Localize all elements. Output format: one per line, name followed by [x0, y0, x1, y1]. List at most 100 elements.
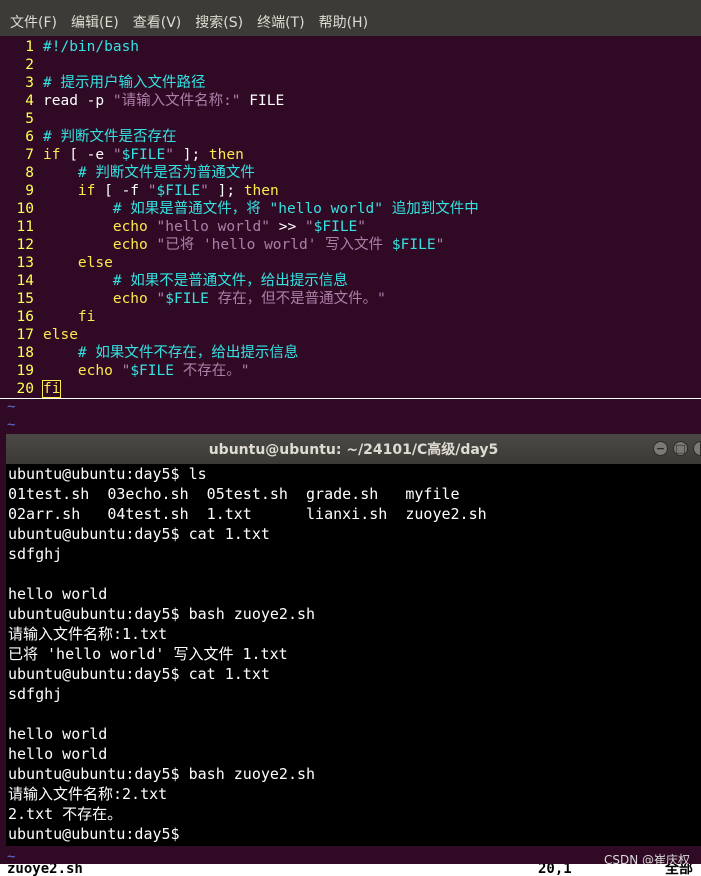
- editor-line[interactable]: 17 else: [0, 326, 701, 344]
- code-token: echo: [43, 219, 148, 235]
- line-number: 7: [25, 147, 34, 163]
- editor-line[interactable]: 5: [0, 110, 701, 128]
- line-number: 11: [16, 219, 34, 235]
- code-token: "已将 'hello world' 写入文件: [147, 237, 392, 253]
- editor-line[interactable]: 9 if [ -f "$FILE" ]; then: [0, 182, 701, 200]
- editor-line[interactable]: 15 echo "$FILE 存在，但不是普通文件。": [0, 290, 701, 308]
- code-token: "请输入文件名称:": [112, 93, 241, 109]
- editor-line[interactable]: 14 # 如果不是普通文件，给出提示信息: [0, 272, 701, 290]
- editor-line[interactable]: 8 # 判断文件是否为普通文件: [0, 164, 701, 182]
- editor-line[interactable]: 13 else: [0, 254, 701, 272]
- code-token: [ -f: [95, 183, 148, 199]
- code-token: ];: [208, 183, 244, 199]
- line-number: 3: [25, 75, 34, 91]
- line-number: 5: [25, 111, 34, 127]
- code-text: echo "已将 'hello world' 写入文件 $FILE": [43, 236, 444, 254]
- editor-line[interactable]: 2: [0, 56, 701, 74]
- code-token: "hello world": [147, 219, 270, 235]
- code-token: [ -e: [60, 147, 113, 163]
- code-text: echo "hello world" >> "$FILE": [43, 218, 366, 236]
- terminal-line: sdfghj: [8, 685, 63, 703]
- code-text: #!/bin/bash: [43, 38, 139, 56]
- code-text: else: [43, 254, 113, 272]
- terminal-output[interactable]: ubuntu@ubuntu:day5$ ls 01test.sh 03echo.s…: [8, 464, 698, 846]
- editor-line[interactable]: 16 fi: [0, 308, 701, 326]
- code-token: # 提示用户输入文件路径: [43, 75, 206, 91]
- code-text: if [ -f "$FILE" ]; then: [43, 182, 279, 200]
- terminal-line: 已将 'hello world' 写入文件 1.txt: [8, 645, 288, 663]
- editor-line[interactable]: 7 if [ -e "$FILE" ]; then: [0, 146, 701, 164]
- menu-file[interactable]: 文件(F): [10, 12, 57, 32]
- code-token: then: [208, 147, 244, 163]
- editor-line[interactable]: 1 #!/bin/bash: [0, 38, 701, 56]
- line-number: 1: [25, 39, 34, 55]
- editor-line[interactable]: 6 # 判断文件是否存在: [0, 128, 701, 146]
- terminal-line: ubuntu@ubuntu:day5$ ls: [8, 465, 207, 483]
- vim-empty-line-marker: ~: [7, 417, 16, 433]
- line-number: 10: [16, 201, 34, 217]
- menu-search[interactable]: 搜索(S): [195, 12, 243, 32]
- editor-line[interactable]: 10 # 如果是普通文件，将 "hello world" 追加到文件中: [0, 200, 701, 218]
- editor-line[interactable]: 20 fi: [0, 380, 701, 399]
- terminal-line: 请输入文件名称:1.txt: [8, 625, 168, 643]
- code-token: # 如果文件不存在，给出提示信息: [43, 345, 299, 361]
- terminal-line: ubuntu@ubuntu:day5$ cat 1.txt: [8, 525, 270, 543]
- code-token: # 如果不是普通文件，给出提示信息: [43, 273, 348, 289]
- editor-line[interactable]: 18 # 如果文件不存在，给出提示信息: [0, 344, 701, 362]
- line-number: 15: [16, 291, 34, 307]
- code-text: # 如果文件不存在，给出提示信息: [43, 344, 298, 362]
- code-text: read -p "请输入文件名称:" FILE: [43, 92, 284, 110]
- status-cursor-position: 20,1: [538, 864, 572, 876]
- code-token: ": [147, 183, 157, 199]
- vim-editor[interactable]: 1 #!/bin/bash 2 3 # 提示用户输入文件路径 4 read -p "请输入文…: [0, 36, 701, 435]
- code-token: $FILE: [156, 183, 201, 199]
- terminal-line: ubuntu@ubuntu:day5$: [8, 825, 180, 843]
- vim-empty-line-marker: ~: [7, 399, 16, 415]
- close-button[interactable]: [693, 441, 701, 456]
- code-token: else: [43, 327, 78, 343]
- maximize-button[interactable]: □: [673, 441, 688, 456]
- menu-edit[interactable]: 编辑(E): [71, 12, 119, 32]
- menu-terminal[interactable]: 终端(T): [257, 12, 304, 32]
- terminal-line: 2.txt 不存在。: [8, 805, 123, 823]
- code-text: # 判断文件是否为普通文件: [43, 164, 255, 182]
- code-token: read -p: [43, 93, 113, 109]
- code-token: echo: [43, 363, 113, 379]
- code-text: # 如果不是普通文件，给出提示信息: [43, 272, 348, 290]
- editor-line[interactable]: 19 echo "$FILE 不存在。": [0, 362, 701, 380]
- code-token: echo: [43, 291, 148, 307]
- line-number: 8: [25, 165, 34, 181]
- terminal-line: ubuntu@ubuntu:day5$ cat 1.txt: [8, 665, 270, 683]
- terminal-window[interactable]: ubuntu@ubuntu: ~/24101/C高级/day5 − □ ubun…: [6, 434, 701, 846]
- menu-view[interactable]: 查看(V): [133, 12, 182, 32]
- status-scroll: 全部: [665, 864, 693, 876]
- code-token: ": [112, 363, 131, 379]
- editor-line[interactable]: 11 echo "hello world" >> "$FILE": [0, 218, 701, 236]
- line-number: 4: [25, 93, 34, 109]
- editor-line[interactable]: 4 read -p "请输入文件名称:" FILE: [0, 92, 701, 110]
- line-number: 6: [25, 129, 34, 145]
- code-token: ": [304, 219, 314, 235]
- code-token: $FILE: [165, 291, 209, 307]
- code-token: ": [147, 291, 166, 307]
- code-token: FILE: [240, 93, 285, 109]
- editor-line[interactable]: 12 echo "已将 'hello world' 写入文件 $FILE": [0, 236, 701, 254]
- code-token: fi: [41, 380, 62, 398]
- terminal-line: hello world: [8, 725, 108, 743]
- code-token: ": [112, 147, 122, 163]
- code-token: # 判断文件是否为普通文件: [43, 165, 255, 181]
- terminal-line: 01test.sh 03echo.sh 05test.sh grade.sh m…: [8, 485, 460, 503]
- code-text: # 如果是普通文件，将 "hello world" 追加到文件中: [43, 200, 479, 218]
- code-text: # 判断文件是否存在: [43, 128, 176, 146]
- code-text: echo "$FILE 不存在。": [43, 362, 250, 380]
- terminal-title: ubuntu@ubuntu: ~/24101/C高级/day5: [208, 442, 499, 458]
- terminal-line: hello world: [8, 585, 108, 603]
- menu-help[interactable]: 帮助(H): [319, 12, 368, 32]
- code-token: else: [43, 255, 113, 271]
- top-window-strip: [0, 0, 701, 8]
- minimize-button[interactable]: −: [653, 441, 668, 456]
- code-token: fi: [43, 309, 96, 325]
- line-number: 13: [16, 255, 34, 271]
- editor-line[interactable]: 3 # 提示用户输入文件路径: [0, 74, 701, 92]
